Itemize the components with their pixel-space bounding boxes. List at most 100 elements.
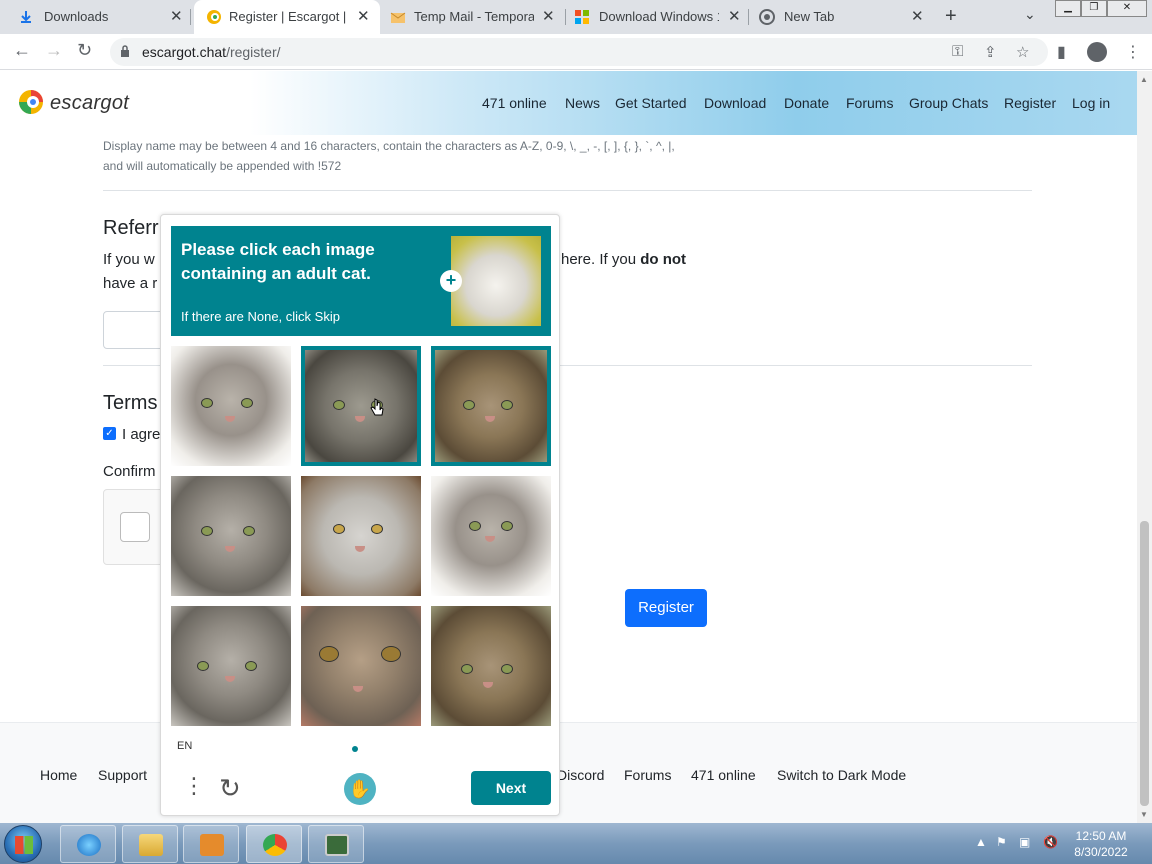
site-logo-text[interactable]: escargot <box>50 92 129 115</box>
tab-search-chevron-icon[interactable]: ⌄ <box>1024 6 1036 23</box>
action-center-flag-icon[interactable]: ⚑ <box>996 835 1007 849</box>
tab-downloads[interactable]: Downloads ✕ <box>0 0 190 34</box>
start-button[interactable] <box>4 825 42 863</box>
key-icon[interactable]: ⚿ <box>952 43 963 60</box>
challenge-tile[interactable] <box>301 606 421 726</box>
site-header: escargot 471 online News Get Started Dow… <box>0 71 1137 135</box>
tab-close-icon[interactable]: ✕ <box>728 7 741 25</box>
network-icon[interactable]: ▣ <box>1019 835 1030 849</box>
terms-checkbox[interactable]: ✓ <box>103 427 116 440</box>
volume-muted-icon[interactable]: 🔇 <box>1043 835 1058 849</box>
challenge-tile[interactable] <box>171 476 291 596</box>
tab-download-windows[interactable]: Download Windows 10 ✕ <box>566 0 748 34</box>
tab-close-icon[interactable]: ✕ <box>911 7 924 25</box>
mouse-cursor-icon <box>370 398 384 416</box>
challenge-tile[interactable] <box>171 606 291 726</box>
scroll-up-icon[interactable]: ▲ <box>1140 75 1148 84</box>
tab-close-icon[interactable]: ✕ <box>542 7 555 25</box>
minimize-icon[interactable]: ▁ <box>1055 0 1081 17</box>
nav-news[interactable]: News <box>565 95 600 111</box>
restore-icon[interactable]: ❐ <box>1080 0 1107 17</box>
hcaptcha-checkbox[interactable] <box>120 512 150 542</box>
nav-register[interactable]: Register <box>1004 95 1056 111</box>
window-close-icon[interactable]: ✕ <box>1106 0 1147 17</box>
referral-text: have a r <box>103 275 158 292</box>
bookmark-star-icon[interactable]: ☆ <box>1016 43 1029 61</box>
clock-date: 8/30/2022 <box>1074 845 1128 859</box>
mail-envelope-icon <box>390 9 406 25</box>
tab-close-icon[interactable]: ✕ <box>357 7 370 25</box>
challenge-tile[interactable] <box>431 476 551 596</box>
display-name-help: Display name may be between 4 and 16 cha… <box>103 139 675 153</box>
challenge-prompt: Please click each image containing an ad… <box>181 240 375 283</box>
taskbar-file-explorer[interactable] <box>122 825 178 863</box>
share-icon[interactable]: ⇪ <box>984 43 997 61</box>
browser-tab-bar: Downloads ✕ Register | Escargot | M ✕ Te… <box>0 0 1152 34</box>
taskbar-chrome[interactable] <box>246 825 302 863</box>
tab-new-tab[interactable]: New Tab ✕ <box>749 0 935 34</box>
hcaptcha-logo-icon[interactable]: ✋ <box>344 773 376 805</box>
more-menu-icon[interactable]: ⋮ <box>1125 42 1141 62</box>
tab-close-icon[interactable]: ✕ <box>170 7 183 25</box>
forward-arrow-icon[interactable]: → <box>45 40 63 61</box>
next-button[interactable]: Next <box>471 771 551 805</box>
footer-link-discord[interactable]: Discord <box>557 767 604 783</box>
footer-link-dark-mode[interactable]: Switch to Dark Mode <box>777 767 906 783</box>
challenge-header: Please click each image containing an ad… <box>171 226 551 336</box>
lock-icon[interactable] <box>120 44 130 57</box>
profile-avatar-icon[interactable] <box>1087 42 1107 62</box>
tab-register-escargot[interactable]: Register | Escargot | M ✕ <box>194 0 380 34</box>
more-options-icon[interactable]: ⋮ <box>183 775 205 797</box>
nav-download[interactable]: Download <box>704 95 766 111</box>
escargot-favicon-icon <box>206 9 222 25</box>
register-button[interactable]: Register <box>625 589 707 627</box>
challenge-tile[interactable] <box>171 346 291 466</box>
windows-taskbar: ▲ ⚑ ▣ 🔇 12:50 AM 8/30/2022 <box>0 823 1152 864</box>
download-icon <box>18 9 34 25</box>
show-hidden-icons-icon[interactable]: ▲ <box>975 835 987 849</box>
monitor-icon <box>325 834 349 856</box>
nav-group-chats[interactable]: Group Chats <box>909 95 988 111</box>
page-scrollbar[interactable]: ▲ ▼ <box>1137 71 1152 823</box>
language-selector[interactable]: EN <box>177 740 192 752</box>
tab-title: Downloads <box>44 9 109 24</box>
footer-link-forums[interactable]: Forums <box>624 767 671 783</box>
footer-link-support[interactable]: Support <box>98 767 147 783</box>
display-name-help: and will automatically be appended with … <box>103 159 342 173</box>
scroll-down-icon[interactable]: ▼ <box>1140 810 1148 819</box>
challenge-tile[interactable] <box>431 606 551 726</box>
side-panel-icon[interactable]: ▮ <box>1057 42 1066 62</box>
media-player-icon <box>200 834 224 856</box>
refresh-challenge-icon[interactable]: ↻ <box>219 773 241 804</box>
clock-time: 12:50 AM <box>1075 829 1127 843</box>
address-bar[interactable]: escargot.chat/register/ ⚿ ⇪ ☆ <box>110 38 1048 66</box>
nav-online-count[interactable]: 471 online <box>482 95 547 111</box>
microsoft-logo-icon <box>574 9 590 25</box>
taskbar-clock[interactable]: 12:50 AM 8/30/2022 <box>1070 828 1132 860</box>
expand-example-icon[interactable]: + <box>440 270 462 292</box>
nav-login[interactable]: Log in <box>1072 95 1110 111</box>
nav-donate[interactable]: Donate <box>784 95 829 111</box>
back-arrow-icon[interactable]: ← <box>13 40 31 61</box>
tab-temp-mail[interactable]: Temp Mail - Temporar ✕ <box>380 0 565 34</box>
new-tab-plus-icon[interactable]: + <box>945 5 957 28</box>
footer-link-home[interactable]: Home <box>40 767 77 783</box>
taskbar-terminal[interactable] <box>308 825 364 863</box>
challenge-tile[interactable] <box>301 346 421 466</box>
nav-forums[interactable]: Forums <box>846 95 893 111</box>
example-image[interactable] <box>451 236 541 326</box>
taskbar-internet-explorer[interactable] <box>60 825 116 863</box>
chrome-logo-icon <box>759 9 775 25</box>
scrollbar-thumb[interactable] <box>1140 521 1149 806</box>
taskbar-media-player[interactable] <box>183 825 239 863</box>
nav-get-started[interactable]: Get Started <box>615 95 687 111</box>
challenge-tile[interactable] <box>301 476 421 596</box>
footer-link-online-count[interactable]: 471 online <box>691 767 756 783</box>
escargot-logo-icon[interactable] <box>18 89 44 115</box>
challenge-tile[interactable] <box>431 346 551 466</box>
referral-text: If you w <box>103 251 155 268</box>
url-text[interactable]: escargot.chat/register/ <box>142 44 281 60</box>
folder-icon <box>139 834 163 856</box>
reload-icon[interactable]: ↻ <box>77 40 92 61</box>
tab-title: New Tab <box>784 9 835 24</box>
